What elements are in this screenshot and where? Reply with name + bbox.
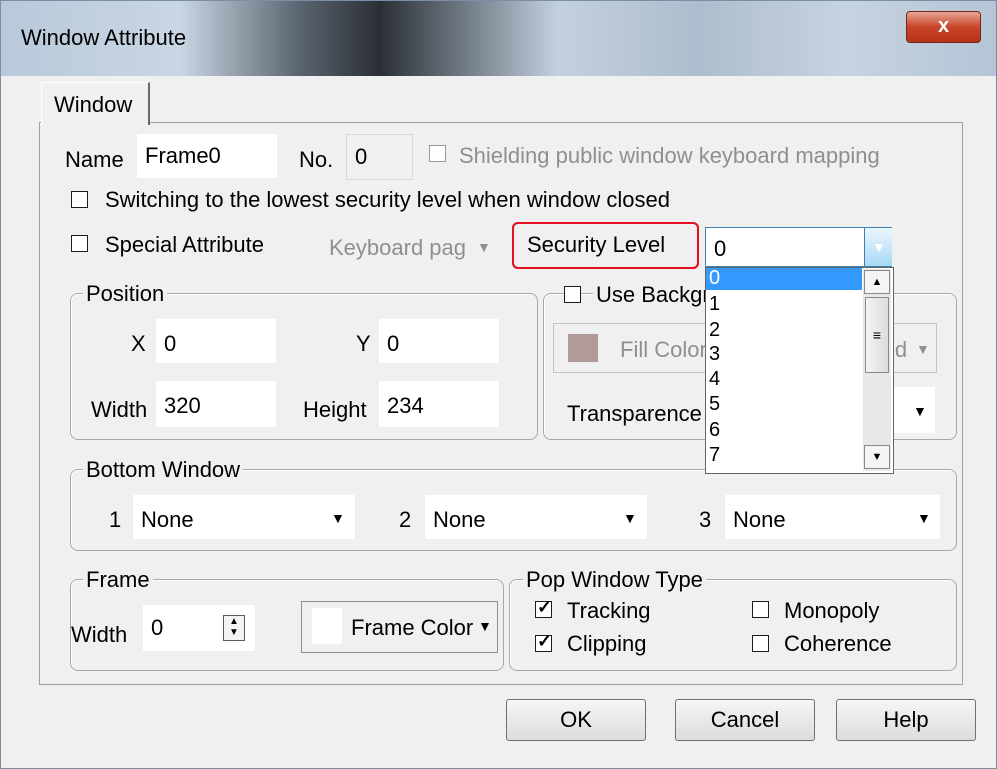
bottom-slot-3-combo[interactable]: None ▼ bbox=[725, 495, 940, 539]
checkmark-icon: ✓ bbox=[537, 597, 553, 617]
bottom-slot-3-label: 3 bbox=[699, 507, 712, 532]
monopoly-checkbox[interactable] bbox=[752, 601, 769, 618]
security-level-value: 0 bbox=[714, 236, 727, 261]
special-label: Special Attribute bbox=[105, 232, 264, 257]
bottom-slot-2-value: None bbox=[433, 507, 486, 532]
chevron-down-icon: ▼ bbox=[917, 510, 931, 526]
scroll-up-icon[interactable]: ▲ bbox=[864, 270, 890, 294]
security-option[interactable]: 4 bbox=[709, 369, 720, 389]
selected-option-highlight bbox=[706, 268, 862, 290]
y-value: 0 bbox=[387, 331, 400, 356]
frame-width-value: 0 bbox=[151, 615, 164, 640]
transparence-label: Transparence bbox=[567, 401, 702, 426]
name-value: Frame0 bbox=[145, 143, 221, 168]
dropdown-scrollbar[interactable]: ▲ ≡ ▼ bbox=[863, 269, 891, 471]
position-title: Position bbox=[83, 281, 168, 307]
frame-color-swatch bbox=[312, 608, 342, 644]
x-label: X bbox=[131, 331, 146, 356]
pop-window-type-title: Pop Window Type bbox=[523, 567, 706, 593]
frame-color-label: Frame Color bbox=[351, 615, 474, 640]
height-label: Height bbox=[303, 397, 367, 422]
tab-window[interactable]: Window bbox=[41, 82, 150, 125]
switch-checkbox[interactable] bbox=[71, 191, 88, 208]
x-value: 0 bbox=[164, 331, 177, 356]
no-label: No. bbox=[299, 147, 334, 172]
coherence-checkbox[interactable] bbox=[752, 635, 769, 652]
scroll-thumb[interactable]: ≡ bbox=[865, 297, 889, 373]
frame-title: Frame bbox=[83, 567, 153, 593]
width-input[interactable]: 320 bbox=[156, 381, 276, 427]
security-option[interactable]: 6 bbox=[709, 420, 720, 440]
security-option[interactable]: 3 bbox=[709, 344, 720, 364]
keyboard-page-combo[interactable]: Keyboard pag ▼ bbox=[321, 223, 496, 267]
frame-width-label: Width bbox=[71, 622, 128, 647]
width-value: 320 bbox=[164, 393, 201, 418]
cancel-button[interactable]: Cancel bbox=[675, 699, 815, 741]
tab-window-label: Window bbox=[54, 92, 133, 117]
bottom-window-title: Bottom Window bbox=[83, 457, 244, 483]
security-option[interactable]: 7 bbox=[709, 445, 720, 465]
frame-color-button[interactable]: Frame Color ▼ bbox=[301, 601, 498, 653]
chevron-down-icon: ▼ bbox=[916, 341, 930, 357]
bottom-slot-1-combo[interactable]: None ▼ bbox=[133, 495, 355, 539]
height-value: 234 bbox=[387, 393, 424, 418]
y-input[interactable]: 0 bbox=[379, 319, 499, 363]
shield-checkbox[interactable] bbox=[429, 145, 446, 162]
bottom-slot-3-value: None bbox=[733, 507, 786, 532]
title-bar: Window Attribute x bbox=[1, 1, 996, 76]
bottom-slot-2-label: 2 bbox=[399, 507, 412, 532]
security-dropdown-button[interactable]: ▼ bbox=[864, 228, 892, 266]
y-label: Y bbox=[356, 331, 371, 356]
bottom-slot-2-combo[interactable]: None ▼ bbox=[425, 495, 647, 539]
bottom-slot-1-value: None bbox=[141, 507, 194, 532]
clipping-checkbox[interactable]: ✓ bbox=[535, 631, 552, 652]
close-button[interactable]: x bbox=[906, 11, 981, 43]
security-level-highlight bbox=[512, 222, 699, 269]
width-label: Width bbox=[91, 397, 148, 422]
help-button[interactable]: Help bbox=[836, 699, 976, 741]
spin-arrows-icon[interactable]: ▲ ▼ bbox=[223, 615, 245, 641]
no-input: 0 bbox=[346, 134, 413, 180]
security-option[interactable]: 2 bbox=[709, 320, 720, 340]
fill-color-label: Fill Color bbox=[620, 337, 707, 362]
security-level-combo[interactable]: 0 ▼ bbox=[705, 227, 892, 267]
chevron-down-icon: ▼ bbox=[331, 510, 345, 526]
name-label: Name bbox=[65, 147, 124, 172]
chevron-down-icon: ▼ bbox=[872, 239, 886, 255]
height-input[interactable]: 234 bbox=[379, 381, 499, 427]
tracking-checkbox[interactable]: ✓ bbox=[535, 597, 552, 618]
monopoly-label: Monopoly bbox=[784, 598, 880, 623]
chevron-down-icon: ▼ bbox=[913, 403, 927, 419]
security-option[interactable]: 1 bbox=[709, 294, 720, 314]
security-option[interactable]: 5 bbox=[709, 394, 720, 414]
chevron-down-icon: ▼ bbox=[477, 239, 491, 255]
chevron-down-icon: ▼ bbox=[478, 618, 492, 634]
use-background-checkbox[interactable] bbox=[564, 286, 581, 303]
chevron-down-icon: ▼ bbox=[623, 510, 637, 526]
x-input[interactable]: 0 bbox=[156, 319, 276, 363]
transparence-combo[interactable]: ▼ bbox=[891, 387, 935, 433]
use-background-label: Use Backgr bbox=[593, 282, 713, 308]
switch-label: Switching to the lowest security level w… bbox=[105, 187, 670, 212]
coherence-label: Coherence bbox=[784, 631, 892, 656]
clipping-label: Clipping bbox=[567, 631, 647, 656]
frame-width-spinner[interactable]: 0 ▲ ▼ bbox=[143, 605, 255, 651]
keyboard-page-value: Keyboard pag bbox=[329, 235, 466, 260]
fill-color-button[interactable]: Fill Color bbox=[553, 323, 710, 373]
scroll-down-icon[interactable]: ▼ bbox=[864, 445, 890, 469]
tracking-label: Tracking bbox=[567, 598, 651, 623]
security-option[interactable]: 0 bbox=[709, 268, 720, 288]
special-checkbox[interactable] bbox=[71, 235, 88, 252]
window-attribute-dialog: Window Attribute x Window Name Frame0 No… bbox=[0, 0, 997, 769]
no-value: 0 bbox=[355, 144, 368, 169]
bottom-slot-1-label: 1 bbox=[109, 507, 122, 532]
dialog-title: Window Attribute bbox=[21, 25, 187, 50]
shield-label: Shielding public window keyboard mapping bbox=[459, 143, 880, 168]
checkmark-icon: ✓ bbox=[537, 631, 553, 651]
fill-color-swatch bbox=[568, 334, 598, 362]
ok-button[interactable]: OK bbox=[506, 699, 646, 741]
name-input[interactable]: Frame0 bbox=[137, 134, 277, 178]
